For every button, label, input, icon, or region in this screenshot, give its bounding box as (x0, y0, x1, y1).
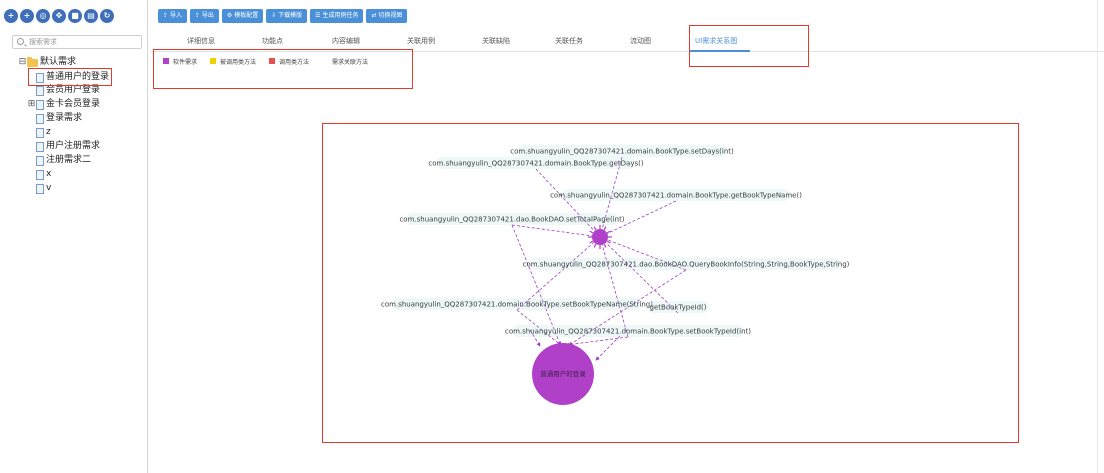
right-divider (1097, 0, 1098, 473)
highlight-graph (322, 123, 1019, 443)
highlight-tree-item (28, 68, 112, 86)
highlight-legend (153, 49, 413, 89)
highlight-tab (689, 25, 809, 67)
